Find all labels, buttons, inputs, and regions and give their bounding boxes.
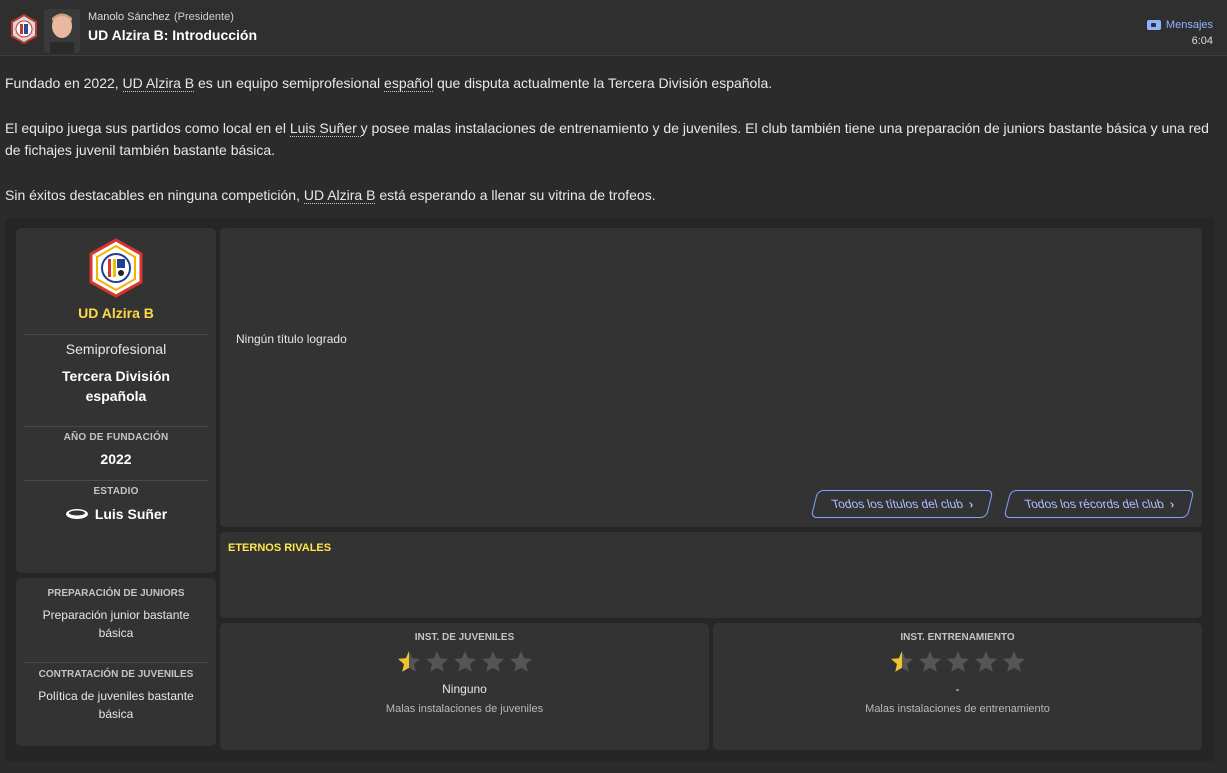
all-records-label: Todos los récords del club bbox=[1022, 497, 1166, 511]
stadium-link[interactable]: Luis Suñer bbox=[289, 120, 361, 137]
club-status: Semiprofesional bbox=[65, 341, 167, 357]
facility-value: - bbox=[955, 682, 960, 696]
junior-coaching-value: Preparación junior bastante básica bbox=[42, 608, 190, 640]
facility-heading: INST. ENTRENAMIENTO bbox=[900, 632, 1015, 643]
facility-value: Ninguno bbox=[442, 682, 487, 696]
facility-description: Malas instalaciones de juveniles bbox=[385, 703, 544, 715]
manager-avatar[interactable] bbox=[44, 9, 80, 53]
star-rating bbox=[889, 649, 1027, 675]
stadium-icon bbox=[65, 509, 88, 519]
text: está esperando a llenar su vitrina de tr… bbox=[375, 187, 656, 203]
stadium-row[interactable]: Luis Suñer bbox=[16, 506, 216, 522]
intro-paragraph-2: El equipo juega sus partidos como local … bbox=[5, 117, 1215, 161]
youth-recruitment-label: CONTRATACIÓN DE JUVENILES bbox=[38, 669, 194, 680]
all-titles-label: Todos los títulos del club bbox=[829, 497, 965, 511]
divider bbox=[24, 334, 208, 335]
star-icon bbox=[481, 651, 504, 672]
star-icon bbox=[425, 651, 448, 672]
manager-name-line: Manolo Sánchez (Presidente) bbox=[88, 11, 234, 23]
stadium-name: Luis Suñer bbox=[94, 506, 168, 522]
founded-label: AÑO DE FUNDACIÓN bbox=[63, 432, 169, 443]
all-records-button[interactable]: Todos los récords del club › bbox=[1003, 490, 1195, 518]
star-icon bbox=[397, 651, 420, 672]
manager-name[interactable]: Manolo Sánchez bbox=[88, 11, 170, 23]
game-clock: 6:04 bbox=[1191, 35, 1213, 47]
facility-description: Malas instalaciones de entrenamiento bbox=[865, 703, 1050, 715]
club-link[interactable]: UD Alzira B bbox=[303, 187, 376, 204]
intro-paragraph-1: Fundado en 2022, UD Alzira B es un equip… bbox=[5, 72, 1215, 94]
star-icon bbox=[918, 651, 941, 672]
text: Sin éxitos destacables en ninguna compet… bbox=[5, 187, 304, 203]
divider bbox=[24, 480, 208, 481]
text: El equipo juega sus partidos como local … bbox=[5, 120, 290, 136]
messages-icon bbox=[1146, 20, 1161, 30]
intro-paragraph-3: Sin éxitos destacables en ninguna compet… bbox=[5, 184, 1215, 206]
youth-facilities-panel: INST. DE JUVENILES Ninguno Malas instala… bbox=[220, 623, 709, 750]
club-name: UD Alzira B bbox=[78, 305, 154, 321]
founded-value: 2022 bbox=[100, 451, 132, 467]
page-title: UD Alzira B: Introducción bbox=[88, 27, 258, 43]
star-icon bbox=[974, 651, 997, 672]
club-link[interactable]: UD Alzira B bbox=[122, 75, 195, 92]
chevron-right-icon: › bbox=[966, 497, 975, 511]
star-icon bbox=[946, 651, 969, 672]
club-info-card: UD Alzira B Semiprofesional Tercera Divi… bbox=[16, 228, 216, 573]
no-titles-text: Ningún título logrado bbox=[236, 332, 347, 346]
manager-role: (Presidente) bbox=[173, 11, 234, 23]
youth-recruitment-value: Política de juveniles bastante básica bbox=[38, 689, 194, 721]
league-name[interactable]: Tercera División española bbox=[36, 366, 196, 406]
training-facilities-panel: INST. ENTRENAMIENTO - Malas instalacione… bbox=[713, 623, 1202, 750]
star-icon bbox=[1002, 651, 1025, 672]
club-crest-icon[interactable] bbox=[9, 14, 39, 44]
divider bbox=[24, 662, 208, 663]
club-crest-icon bbox=[89, 238, 143, 298]
messages-button[interactable]: Mensajes bbox=[1146, 19, 1213, 31]
junior-coaching-label: PREPARACIÓN DE JUNIORS bbox=[47, 588, 185, 599]
rivals-heading: ETERNOS RIVALES bbox=[228, 542, 332, 554]
text: es un equipo semiprofesional bbox=[194, 75, 385, 91]
club-intro-text: Fundado en 2022, UD Alzira B es un equip… bbox=[5, 72, 1215, 229]
text: Fundado en 2022, bbox=[5, 75, 123, 91]
facility-heading: INST. DE JUVENILES bbox=[414, 632, 515, 643]
messages-label: Mensajes bbox=[1165, 19, 1213, 31]
header-bar: Manolo Sánchez (Presidente) UD Alzira B: … bbox=[0, 0, 1227, 56]
star-rating bbox=[396, 649, 534, 675]
trophy-cabinet-panel: Ningún título logrado Todos los títulos … bbox=[220, 228, 1202, 527]
text: que disputa actualmente la Tercera Divis… bbox=[433, 75, 773, 91]
youth-policy-card: PREPARACIÓN DE JUNIORS Preparación junio… bbox=[16, 578, 216, 746]
chevron-right-icon: › bbox=[1167, 497, 1176, 511]
nation-link[interactable]: español bbox=[384, 75, 434, 92]
star-icon bbox=[453, 651, 476, 672]
rivals-panel: ETERNOS RIVALES bbox=[220, 532, 1202, 618]
star-icon bbox=[509, 651, 532, 672]
divider bbox=[24, 426, 208, 427]
all-titles-button[interactable]: Todos los títulos del club › bbox=[810, 490, 994, 518]
star-icon bbox=[890, 651, 913, 672]
stadium-label: ESTADIO bbox=[93, 486, 139, 497]
